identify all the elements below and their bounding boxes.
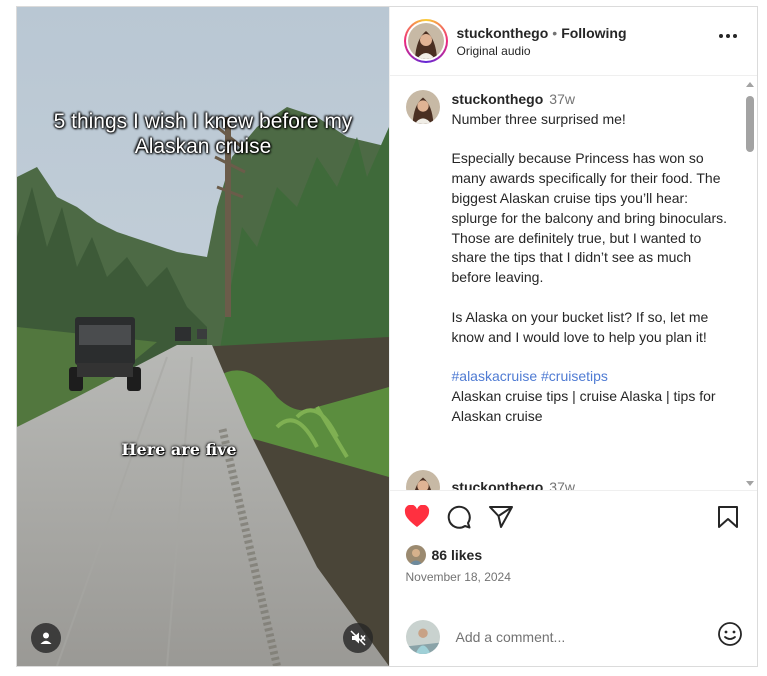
- comment-time[interactable]: 37w: [549, 479, 575, 490]
- post-date[interactable]: November 18, 2024: [390, 570, 758, 596]
- emoji-button[interactable]: [717, 621, 743, 652]
- scroll-down-arrow[interactable]: [746, 481, 754, 486]
- comment-button[interactable]: [446, 504, 472, 530]
- following-button[interactable]: Following: [561, 25, 626, 41]
- emoji-icon: [718, 622, 742, 646]
- caption-tags-line: Alaskan cruise tips | cruise Alaska | ti…: [451, 387, 716, 424]
- scroll-up-arrow[interactable]: [746, 82, 754, 87]
- comments-section[interactable]: stuckonthego 37w Number three surprised m…: [390, 76, 758, 490]
- heart-icon: [404, 504, 429, 527]
- avatar-image: [407, 23, 444, 59]
- save-button[interactable]: [717, 505, 739, 534]
- likes-row[interactable]: 86 likes: [390, 542, 758, 568]
- like-button[interactable]: [404, 504, 430, 529]
- current-user-avatar: [405, 619, 440, 654]
- caption-text: Number three surprised me! Especially be…: [452, 110, 730, 427]
- mute-icon: [350, 630, 366, 646]
- scroll-thumb[interactable]: [746, 96, 754, 152]
- caption-paragraph: Number three surprised me!: [451, 110, 626, 127]
- caption-username[interactable]: stuckonthego: [452, 91, 544, 107]
- more-icon-dot: [733, 34, 737, 38]
- post-modal: 5 things I wish I knew before my Alaskan…: [16, 6, 758, 667]
- caption-avatar[interactable]: [405, 90, 440, 124]
- user-icon: [40, 632, 52, 644]
- liker-avatar: [405, 545, 426, 565]
- video-frame: [17, 7, 389, 666]
- share-icon: [488, 505, 513, 528]
- tagged-users-button[interactable]: [31, 623, 61, 653]
- post-sidebar: stuckonthego • Following Original audio st…: [388, 7, 758, 666]
- action-bar: [389, 490, 757, 542]
- next-comment: stuckonthego 37w: [405, 470, 575, 490]
- video-title-overlay: 5 things I wish I knew before my Alaskan…: [53, 110, 353, 158]
- author-avatar[interactable]: [403, 19, 448, 63]
- reel-video[interactable]: 5 things I wish I knew before my Alaskan…: [17, 7, 389, 666]
- likes-count[interactable]: 86 likes: [432, 547, 483, 563]
- audio-link[interactable]: Original audio: [457, 44, 627, 58]
- comment-avatar[interactable]: [405, 470, 440, 490]
- caption-paragraph: Is Alaska on your bucket list? If so, le…: [451, 308, 709, 345]
- more-icon: [719, 34, 723, 38]
- caption-paragraph: Especially because Princess has won so m…: [451, 150, 728, 286]
- separator-dot: •: [552, 24, 558, 41]
- author-username[interactable]: stuckonthego: [457, 25, 549, 41]
- share-button[interactable]: [488, 505, 514, 529]
- caption-time[interactable]: 37w: [549, 91, 575, 107]
- comment-icon: [447, 505, 471, 529]
- comments-scrollbar[interactable]: [745, 82, 755, 486]
- more-options-button[interactable]: [719, 34, 737, 38]
- caption-comment: stuckonthego 37w Number three surprised m…: [405, 90, 738, 427]
- add-comment-bar: Add a comment...: [389, 606, 757, 666]
- post-header: stuckonthego • Following Original audio: [389, 7, 757, 76]
- mute-button[interactable]: [343, 623, 373, 653]
- video-caption-overlay: Here are five: [121, 440, 237, 459]
- comment-input[interactable]: Add a comment...: [456, 629, 718, 645]
- comment-username[interactable]: stuckonthego: [452, 479, 544, 490]
- more-icon-dot: [726, 34, 730, 38]
- save-icon: [718, 506, 738, 528]
- hashtag-links[interactable]: #alaskacruise #cruisetips: [452, 368, 608, 384]
